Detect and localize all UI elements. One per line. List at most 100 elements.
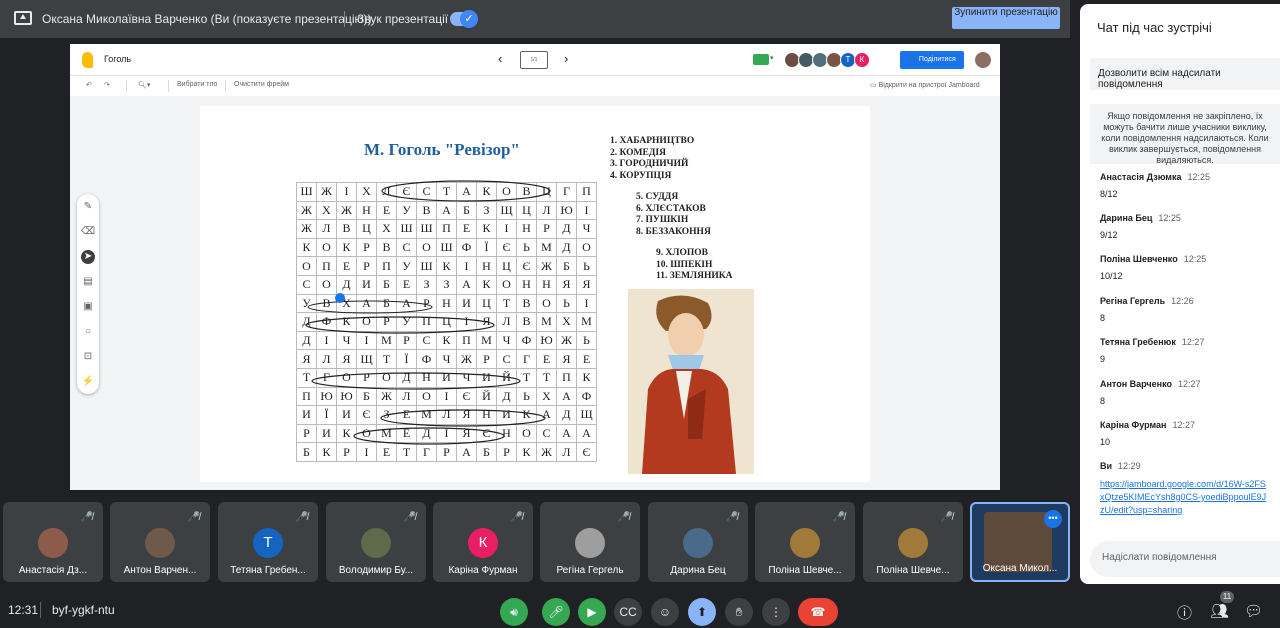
avatar	[38, 528, 68, 558]
message-text: 9	[1100, 354, 1106, 364]
select-background-button[interactable]: Вибрати тло	[177, 81, 217, 88]
message-time: 12:29	[1118, 461, 1141, 471]
jam-canvas[interactable]: М. Гоголь "Ревізор" ШЖІХЛЄСТАКОВЦГПЖХЖНЕ…	[200, 106, 870, 482]
more-options-icon[interactable]: ⋮	[762, 598, 790, 626]
frame-bar-button[interactable]: 1/1	[520, 51, 548, 69]
participant-tile[interactable]: 🎤̸ Поліна Шевче...	[863, 502, 963, 582]
word-item: 2. КОМЕДІЯ	[610, 147, 666, 158]
select-arrow-icon[interactable]: ➤	[81, 250, 95, 264]
emoji-icon[interactable]: ☺	[651, 598, 679, 626]
more-options-icon[interactable]: •••	[1044, 510, 1062, 528]
meeting-time: 12:31	[8, 603, 39, 617]
participant-name: Анастасія Дз...	[18, 565, 88, 576]
message-time: 12:27	[1172, 420, 1196, 430]
chat-icon[interactable]: 💬︎	[1244, 602, 1263, 620]
word-list-2: 5. СУДДЯ 6. ХЛЄСТАКОВ 7. ПУШКІН 8. БЕЗЗА…	[636, 192, 711, 238]
message-link[interactable]: https://jamboard.google.com/d/16W-s2FSxQ…	[1100, 478, 1270, 517]
drawing-tools: ✎ ⌫ ➤ ▤ ▣ ○ ⊡ ⚡	[77, 194, 99, 394]
word-item: 8. БЕЗЗАКОННЯ	[636, 226, 711, 237]
chevron-down-icon[interactable]: ▾	[770, 54, 774, 62]
allow-all-messages-toggle[interactable]: Дозволити всім надсилати повідомлення	[1090, 58, 1280, 90]
message-text: 8	[1100, 396, 1106, 406]
participant-tile[interactable]: 🎤̸ Т Тетяна Гребен...	[218, 502, 318, 582]
camera-icon[interactable]: ▶	[578, 598, 606, 626]
message-time: 12:27	[1181, 337, 1205, 347]
message-time: 12:25	[1183, 254, 1207, 264]
meeting-controls-bar: 12:31 byf-ygkf-ntu 🔊︎ 🎤︎ ▶ CC ☺ ⬆ ✋︎ ⋮ ☎…	[0, 588, 1280, 628]
end-call-icon[interactable]: ☎︎	[798, 598, 838, 626]
divider	[225, 80, 226, 92]
circle-shape-icon[interactable]: ○	[81, 325, 95, 339]
jamboard-window: Гоголь ‹ 1/1 › ▾ ТК 👤 Поділитися ↶ ↷ 🔍︎▾…	[70, 44, 1000, 490]
chat-message: Каріна Фурман 12:27 10	[1100, 420, 1195, 447]
info-icon[interactable]: ⓘ	[1177, 602, 1192, 623]
meeting-code: byf-ygkf-ntu	[52, 603, 115, 617]
people-icon[interactable]: 👥︎	[1210, 602, 1229, 620]
share-button[interactable]: 👤 Поділитися	[900, 51, 964, 69]
stop-presenting-button[interactable]: Зупинити презентацію	[952, 7, 1060, 29]
share-label: Поділитися	[918, 56, 956, 63]
image-icon[interactable]: ▣	[81, 300, 95, 314]
participant-tile[interactable]: 🎤̸ Дарина Бец	[648, 502, 748, 582]
word-item: 5. СУДДЯ	[636, 192, 679, 202]
participant-name: Поліна Шевче...	[768, 565, 842, 576]
open-on-device-button[interactable]: ▭ Відкрити на пристрої Jamboard	[870, 81, 980, 89]
presentation-sound-toggle[interactable]: ✓	[450, 10, 478, 28]
word-item: 7. ПУШКІН	[636, 215, 689, 225]
undo-icon[interactable]: ↶	[86, 81, 92, 89]
mic-off-icon: 🎤̸	[940, 512, 953, 523]
mic-icon[interactable]: 🎤︎	[542, 598, 570, 626]
mic-off-icon: 🎤̸	[403, 512, 416, 523]
participant-tile[interactable]: 🎤̸ Володимир Бу...	[326, 502, 426, 582]
zoom-icon[interactable]: 🔍︎▾	[138, 81, 150, 89]
message-author: Тетяна Гребенюк	[1100, 337, 1176, 347]
participant-tile[interactable]: 🎤̸ К Каріна Фурман	[433, 502, 533, 582]
message-author: Антон Варченко	[1100, 379, 1172, 389]
open-on-device-label: Відкрити на пристрої Jamboard	[878, 82, 980, 89]
presentation-sound-label: Звук презентації	[357, 12, 449, 26]
mic-off-icon: 🎤̸	[187, 512, 200, 523]
account-avatar[interactable]	[975, 52, 991, 68]
chat-panel: Чат під час зустрічі Дозволити всім надс…	[1080, 4, 1280, 584]
pen-icon[interactable]: ✎	[81, 200, 95, 214]
sticky-note-icon[interactable]: ▤	[81, 275, 95, 289]
message-header: Ви 12:29	[1100, 461, 1270, 471]
person-add-icon: 👤	[908, 56, 919, 63]
chat-message: Антон Варченко 12:27 8	[1100, 379, 1201, 406]
mic-off-icon: 🎤̸	[80, 512, 93, 523]
meet-icon[interactable]	[753, 54, 769, 65]
message-time: 12:27	[1178, 379, 1201, 389]
word-item: 3. ГОРОДНИЧИЙ	[610, 159, 689, 169]
redo-icon[interactable]: ↷	[104, 81, 110, 89]
jam-title[interactable]: Гоголь	[104, 54, 131, 64]
clear-frame-button[interactable]: Очистити фрейм	[234, 81, 289, 88]
cast-icon: ▭	[870, 82, 879, 89]
participant-tile[interactable]: 🎤̸ Поліна Шевче...	[755, 502, 855, 582]
self-tile[interactable]: ••• Оксана Микол...	[970, 502, 1070, 582]
chevron-left-icon[interactable]: ‹	[498, 51, 502, 66]
circle-mark	[381, 180, 551, 202]
chat-message: Поліна Шевченко 12:25 10/12	[1100, 254, 1206, 281]
mic-off-icon: 🎤̸	[617, 512, 630, 523]
participant-tile[interactable]: 🎤̸ Антон Варчен...	[110, 502, 210, 582]
participant-tile[interactable]: 🎤̸ Анастасія Дз...	[3, 502, 103, 582]
present-icon[interactable]: ⬆	[688, 598, 716, 626]
speaker-icon[interactable]: 🔊︎	[500, 598, 528, 626]
eraser-icon[interactable]: ⌫	[81, 225, 95, 239]
participant-tile[interactable]: 🎤̸ Регіна Гергель	[540, 502, 640, 582]
cursor-marker	[335, 293, 345, 303]
avatar	[575, 528, 605, 558]
chevron-right-icon[interactable]: ›	[564, 51, 568, 66]
circle-mark	[311, 372, 521, 390]
laser-icon[interactable]: ⚡	[81, 375, 95, 389]
jamboard-header: Гоголь ‹ 1/1 › ▾ ТК 👤 Поділитися	[70, 44, 1000, 76]
captions-icon[interactable]: CC	[614, 598, 642, 626]
present-screen-icon	[14, 11, 32, 25]
message-text: 8/12	[1100, 189, 1118, 199]
word-item: 4. КОРУПЦІЯ	[610, 170, 672, 181]
text-box-icon[interactable]: ⊡	[81, 350, 95, 364]
participant-name: Володимир Бу...	[338, 565, 414, 576]
raise-hand-icon[interactable]: ✋︎	[725, 598, 753, 626]
chat-message-input[interactable]: Надіслати повідомлення	[1090, 541, 1280, 577]
mic-off-icon: 🎤̸	[510, 512, 523, 523]
